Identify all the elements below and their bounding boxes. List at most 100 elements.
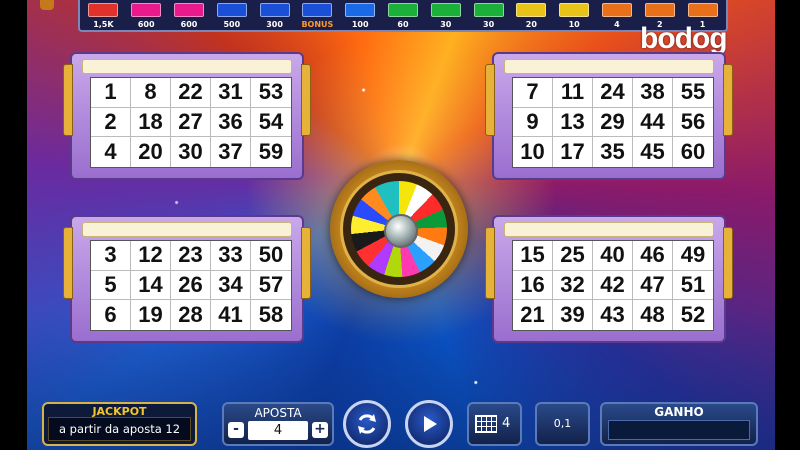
card-number: 3 <box>91 241 131 271</box>
card-number: 33 <box>211 241 251 271</box>
top-left-ornament <box>40 0 54 10</box>
paytable-value: 30 <box>483 20 495 29</box>
pattern-icon <box>302 3 333 17</box>
pattern-icon <box>430 3 461 17</box>
card-number: 37 <box>211 137 251 167</box>
paytable-value: 60 <box>397 20 409 29</box>
paytable-item: 500 <box>211 0 252 30</box>
card-grid: 3 12 23 33 50 5 14 26 34 57 6 19 28 41 58 <box>90 240 292 331</box>
win-panel: GANHO <box>600 402 758 446</box>
card-number: 13 <box>553 107 593 138</box>
pattern-icon <box>216 3 247 17</box>
card-header <box>504 222 714 237</box>
card-number: 34 <box>211 270 251 301</box>
card-number: 49 <box>673 241 713 271</box>
card-number: 24 <box>593 78 633 108</box>
card-number: 35 <box>593 137 633 167</box>
pattern-icon <box>601 3 632 17</box>
bingo-card-4[interactable]: 15 25 40 46 49 16 32 42 47 51 21 39 43 48 52 <box>485 215 733 343</box>
card-number: 2 <box>91 107 131 138</box>
card-number: 41 <box>211 300 251 330</box>
wheel-hub <box>384 214 418 248</box>
card-number: 45 <box>633 137 673 167</box>
refresh-cards-button[interactable] <box>343 400 391 448</box>
pattern-icon <box>387 3 418 17</box>
card-number: 9 <box>513 107 553 138</box>
paytable-item: 30 <box>425 0 466 30</box>
paytable-value: 1,5K <box>93 20 114 29</box>
bonus-wheel[interactable] <box>330 160 468 298</box>
card-number: 11 <box>553 78 593 108</box>
card-number: 28 <box>171 300 211 330</box>
card-number: 55 <box>673 78 713 108</box>
win-title: GANHO <box>654 405 704 419</box>
bet-decrease-button[interactable]: - <box>228 422 244 438</box>
card-header <box>504 59 714 74</box>
card-grid: 7 11 24 38 55 9 13 29 44 56 10 17 35 45 60 <box>512 77 714 168</box>
card-number: 19 <box>131 300 171 330</box>
bodog-logo: bodog <box>640 22 728 55</box>
paytable-value: 30 <box>440 20 452 29</box>
card-number: 46 <box>633 241 673 271</box>
card-number: 40 <box>593 241 633 271</box>
bet-value: 4 <box>248 421 308 440</box>
card-number: 7 <box>513 78 553 108</box>
card-number: 32 <box>553 270 593 301</box>
card-number: 47 <box>633 270 673 301</box>
left-letterbox <box>0 0 27 450</box>
bingo-card-1[interactable]: 1 8 22 31 53 2 18 27 36 54 4 20 30 37 59 <box>63 52 311 180</box>
paytable-item: 20 <box>511 0 552 30</box>
pattern-icon <box>687 3 718 17</box>
card-number: 42 <box>593 270 633 301</box>
denomination-value: 0,1 <box>553 417 572 430</box>
bet-increase-button[interactable]: + <box>312 422 328 438</box>
pattern-icon <box>473 3 504 17</box>
paytable-item: BONUS <box>297 0 338 30</box>
card-number: 50 <box>251 241 291 271</box>
denomination-button[interactable]: 0,1 <box>535 402 590 446</box>
right-letterbox <box>775 0 800 450</box>
paytable-item: 600 <box>169 0 210 30</box>
card-number: 1 <box>91 78 131 108</box>
bet-panel: APOSTA - 4 + <box>222 402 334 446</box>
card-number: 10 <box>513 137 553 167</box>
card-number: 29 <box>593 107 633 138</box>
pattern-icon <box>131 3 162 17</box>
card-number: 6 <box>91 300 131 330</box>
bingo-card-2[interactable]: 7 11 24 38 55 9 13 29 44 56 10 17 35 45 60 <box>485 52 733 180</box>
paytable-value: 600 <box>180 20 198 29</box>
card-number: 4 <box>91 137 131 167</box>
card-header <box>82 59 292 74</box>
card-grid: 1 8 22 31 53 2 18 27 36 54 4 20 30 37 59 <box>90 77 292 168</box>
paytable-value: 4 <box>614 20 620 29</box>
card-number: 54 <box>251 108 291 138</box>
bingo-card-3[interactable]: 3 12 23 33 50 5 14 26 34 57 6 19 28 41 58 <box>63 215 311 343</box>
card-number: 56 <box>673 108 713 138</box>
win-value <box>608 420 750 440</box>
play-button[interactable] <box>405 400 453 448</box>
card-number: 57 <box>251 271 291 301</box>
paytable-value: BONUS <box>301 20 334 29</box>
jackpot-panel: JACKPOT a partir da aposta 12 <box>42 402 197 446</box>
card-number: 39 <box>553 300 593 330</box>
paytable-item: 300 <box>254 0 295 30</box>
cards-count-button[interactable]: 4 <box>467 402 522 446</box>
grid-icon <box>475 415 497 433</box>
jackpot-value: a partir da aposta 12 <box>48 417 191 441</box>
card-number: 16 <box>513 270 553 301</box>
card-number: 59 <box>258 139 284 165</box>
paytable-item: 1,5K <box>83 0 124 30</box>
paytable-item: 10 <box>554 0 595 30</box>
card-number: 5 <box>91 270 131 301</box>
paytable-value: 100 <box>351 20 369 29</box>
paytable-item: 100 <box>340 0 381 30</box>
card-number: 58 <box>258 302 284 328</box>
paytable: 1,5K 600 600 500 300 BONUS 100 60 30 30 20 10 4 2 1 <box>78 0 728 32</box>
card-number: 52 <box>680 302 706 328</box>
card-header <box>82 222 292 237</box>
pattern-icon <box>345 3 376 17</box>
card-number: 26 <box>171 270 211 301</box>
paytable-item: 4 <box>597 0 638 30</box>
card-number: 23 <box>171 241 211 271</box>
card-number: 14 <box>131 270 171 301</box>
